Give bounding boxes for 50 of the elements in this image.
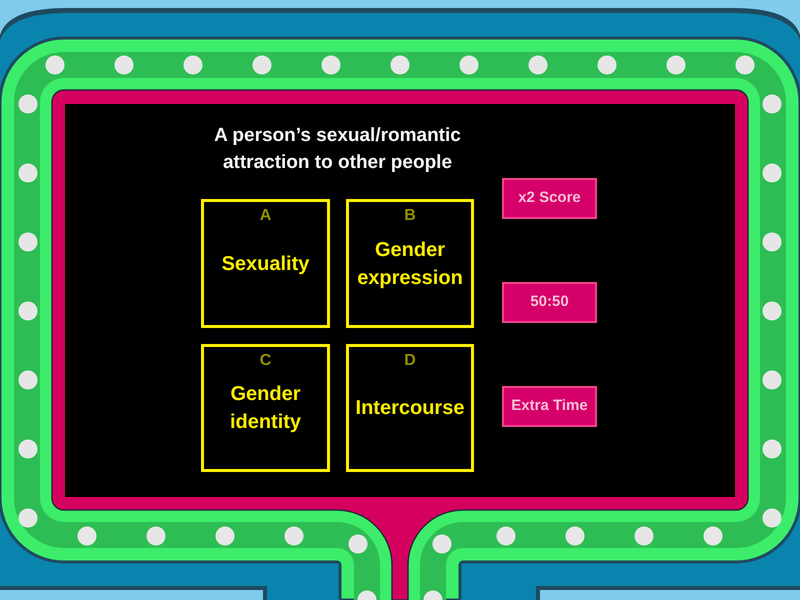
marquee-light-icon [322,56,340,74]
answer-letter: D [404,351,416,371]
marquee-light-icon [18,370,38,390]
marquee-light-icon [762,232,782,252]
marquee-light-icon [114,56,134,74]
marquee-light-icon [348,534,368,554]
marquee-light-icon [390,56,410,74]
marquee-light-icon [18,508,38,528]
marquee-light-icon [762,440,782,458]
marquee-light-icon [18,232,38,252]
marquee-light-icon [704,526,722,546]
marquee-light-icon [762,508,782,528]
answer-letter: C [260,351,272,371]
marquee-light-icon [528,56,548,74]
marquee-light-icon [762,164,782,182]
answer-letter: B [404,206,416,226]
marquee-light-icon [666,56,686,74]
answer-tile[interactable]: C Gender identity [201,344,330,472]
marquee-light-icon [762,302,782,320]
question-text: A person’s sexual/romantic attraction to other people [213,124,462,175]
marquee-light-icon [18,94,38,114]
marquee-light-icon [18,164,38,182]
marquee-light-icon [146,526,166,546]
marquee-light-icon [18,440,38,458]
answer-text: Sexuality [222,252,310,276]
answer-letter: A [260,206,272,226]
answer-text: Gender expression [356,238,464,290]
marquee-light-icon [184,56,202,74]
marquee-light-icon [46,56,64,74]
marquee-light-icon [762,94,782,114]
marquee-light-icon [496,526,516,546]
answer-tile[interactable]: D Intercourse [346,344,474,472]
marquee-light-icon [736,56,754,74]
marquee-light-icon [78,526,96,546]
marquee-light-icon [252,56,272,74]
marquee-light-icon [460,56,478,74]
marquee-light-icon [566,526,584,546]
marquee-light-icon [284,526,304,546]
marquee-light-icon [358,590,376,600]
answer-text: Gender identity [228,382,302,435]
marquee-light-icon [432,534,452,554]
marquee-light-icon [216,526,234,546]
marquee-light-icon [634,526,654,546]
answer-text: Intercourse [356,396,464,421]
answer-tile[interactable]: B Gender expression [346,199,474,328]
answer-tile[interactable]: A Sexuality [201,199,330,328]
marquee-light-icon [762,370,782,390]
marquee-light-icon [424,590,442,600]
marquee-light-icon [18,302,38,320]
marquee-light-icon [598,56,616,74]
